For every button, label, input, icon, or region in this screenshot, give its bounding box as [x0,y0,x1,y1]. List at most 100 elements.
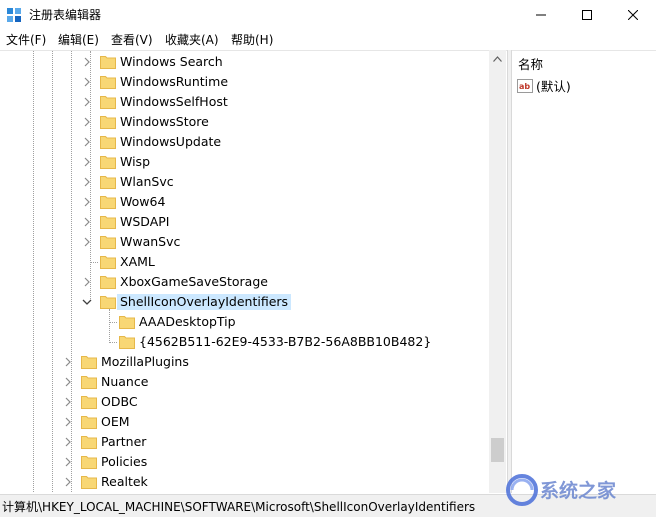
chevron-right-icon[interactable] [81,276,93,288]
tree-item[interactable]: Realtek [0,472,489,492]
svg-text:ab: ab [519,82,530,91]
folder-icon [100,75,116,89]
menu-edit[interactable]: 编辑(E) [58,32,99,48]
tree-item[interactable]: MozillaPlugins [0,352,489,372]
tree-item-label: WindowsStore [120,114,209,129]
chevron-right-icon[interactable] [62,396,74,408]
tree-item-label: WlanSvc [120,174,174,189]
chevron-right-icon[interactable] [81,56,93,68]
minimize-button[interactable] [518,0,564,30]
chevron-right-icon[interactable] [62,376,74,388]
tree-item[interactable]: XboxGameSaveStorage [0,272,489,292]
registry-tree[interactable]: Windows Search WindowsRuntime WindowsSelfH… [0,50,507,493]
tree-item-label: Partner [101,434,147,449]
menu-file[interactable]: 文件(F) [6,32,46,48]
tree-item-label: Policies [101,454,148,469]
title-bar[interactable]: 注册表编辑器 [0,0,656,30]
menu-view[interactable]: 查看(V) [111,32,153,48]
folder-icon [100,255,116,269]
folder-icon [81,415,97,429]
window-title: 注册表编辑器 [29,8,102,22]
folder-icon [100,295,116,309]
tree-item-label: Realtek [101,474,148,489]
tree-item[interactable]: Policies [0,452,489,472]
scrollbar-thumb[interactable] [491,438,504,462]
tree-item-label: Wisp [120,154,151,169]
chevron-right-icon[interactable] [81,196,93,208]
tree-item[interactable]: Wisp [0,152,489,172]
maximize-icon [582,10,592,20]
tree-item-label: XAML [120,254,155,269]
tree-item[interactable]: Nuance [0,372,489,392]
tree-item[interactable]: {4562B511-62E9-4533-B7B2-56A8BB10B482} [0,332,489,352]
folder-icon [100,215,116,229]
scroll-up-button[interactable] [489,50,506,67]
folder-icon [100,275,116,289]
tree-item[interactable]: WindowsUpdate [0,132,489,152]
folder-icon [119,315,135,329]
string-value-icon: ab [517,79,533,93]
tree-vertical-scrollbar[interactable] [489,50,506,493]
tree-item-label: Windows Search [120,54,223,69]
folder-icon [81,435,97,449]
tree-item-label: WindowsRuntime [120,74,229,89]
tree-item-label: ODBC [101,394,138,409]
folder-icon [100,135,116,149]
tree-item[interactable]: AAADesktopTip [0,312,489,332]
value-name: (默认) [536,79,571,94]
values-list[interactable]: 名称 ab (默认) [512,50,656,493]
tree-item-label: WSDAPI [120,214,170,229]
chevron-right-icon[interactable] [81,176,93,188]
folder-icon [100,115,116,129]
chevron-right-icon[interactable] [81,136,93,148]
tree-item[interactable]: OEM [0,412,489,432]
menu-help[interactable]: 帮助(H) [231,32,273,48]
tree-item[interactable]: XAML [0,252,489,272]
tree-item-label: XboxGameSaveStorage [120,274,268,289]
folder-icon [100,55,116,69]
tree-item[interactable]: WindowsRuntime [0,72,489,92]
tree-guide-line [109,322,117,323]
maximize-button[interactable] [564,0,610,30]
tree-item[interactable]: WwanSvc [0,232,489,252]
chevron-right-icon[interactable] [62,476,74,488]
chevron-up-icon [493,55,502,62]
watermark-logo: 系统之家 [500,467,650,513]
chevron-right-icon[interactable] [81,76,93,88]
menu-favorites[interactable]: 收藏夹(A) [165,32,219,48]
close-icon [628,10,638,20]
folder-icon [100,155,116,169]
chevron-down-icon[interactable] [81,296,93,308]
tree-item[interactable]: WindowsStore [0,112,489,132]
chevron-right-icon[interactable] [62,356,74,368]
registry-path: 计算机\HKEY_LOCAL_MACHINE\SOFTWARE\Microsof… [2,500,476,514]
tree-item[interactable]: WSDAPI [0,212,489,232]
chevron-right-icon[interactable] [81,96,93,108]
tree-item-label: Wow64 [120,194,166,209]
menu-bar: 文件(F) 编辑(E) 查看(V) 收藏夹(A) 帮助(H) [0,30,656,50]
column-header-name[interactable]: 名称 [518,57,543,73]
tree-item[interactable]: WlanSvc [0,172,489,192]
chevron-right-icon[interactable] [81,116,93,128]
folder-icon [81,455,97,469]
folder-icon [100,235,116,249]
tree-item[interactable]: ShellIconOverlayIdentifiers [0,292,489,312]
chevron-right-icon[interactable] [62,416,74,428]
tree-item-label: ShellIconOverlayIdentifiers [117,294,292,310]
tree-item[interactable]: Wow64 [0,192,489,212]
minimize-icon [536,14,546,16]
registry-editor-icon [6,7,22,23]
chevron-right-icon[interactable] [81,216,93,228]
tree-item-label: MozillaPlugins [101,354,189,369]
chevron-right-icon[interactable] [62,436,74,448]
tree-item[interactable]: ODBC [0,392,489,412]
tree-item-label: WwanSvc [120,234,181,249]
tree-item[interactable]: Partner [0,432,489,452]
tree-item[interactable]: Windows Search [0,52,489,72]
tree-item[interactable]: WindowsSelfHost [0,92,489,112]
chevron-right-icon[interactable] [81,156,93,168]
chevron-right-icon[interactable] [62,456,74,468]
watermark-text: 系统之家 [540,479,617,502]
close-button[interactable] [610,0,656,30]
chevron-right-icon[interactable] [81,236,93,248]
